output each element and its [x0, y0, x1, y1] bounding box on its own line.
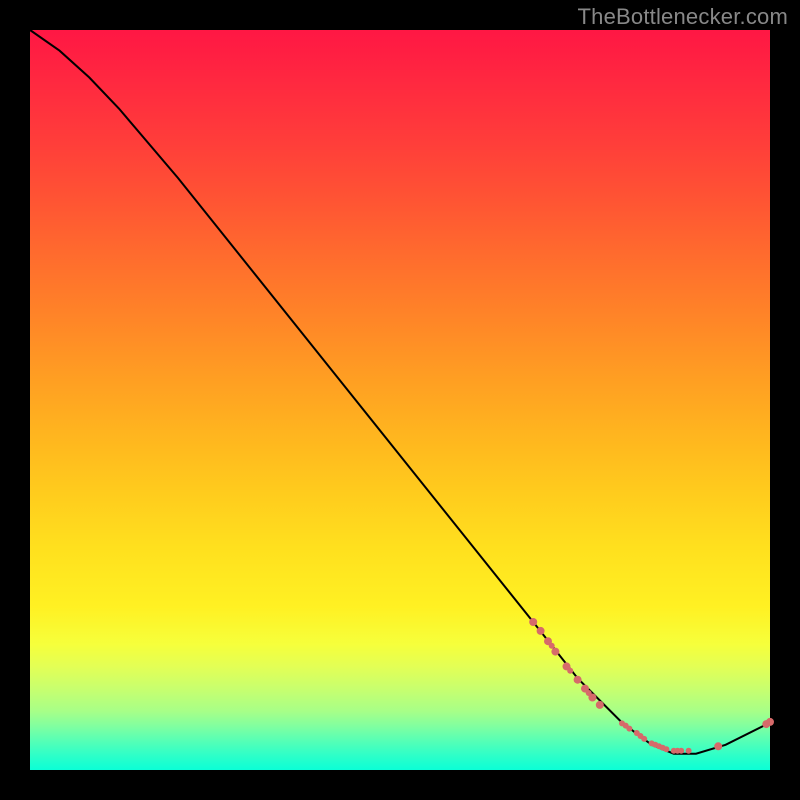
scatter-points: [529, 618, 774, 754]
data-point: [574, 676, 582, 684]
data-point: [567, 668, 573, 674]
data-point: [529, 618, 537, 626]
data-point: [551, 648, 559, 656]
data-point: [596, 701, 604, 709]
data-point: [714, 742, 722, 750]
data-point: [663, 746, 669, 752]
bottleneck-curve: [30, 30, 770, 754]
chart-container: TheBottlenecker.com: [0, 0, 800, 800]
data-point: [686, 748, 692, 754]
data-point: [588, 694, 596, 702]
data-point: [549, 643, 555, 649]
chart-svg: [30, 30, 770, 770]
attribution-label: TheBottlenecker.com: [578, 4, 788, 30]
plot-area: [30, 30, 770, 770]
data-point: [537, 627, 545, 635]
data-point: [641, 736, 647, 742]
data-point: [766, 718, 774, 726]
data-point: [626, 726, 632, 732]
data-point: [678, 748, 684, 754]
